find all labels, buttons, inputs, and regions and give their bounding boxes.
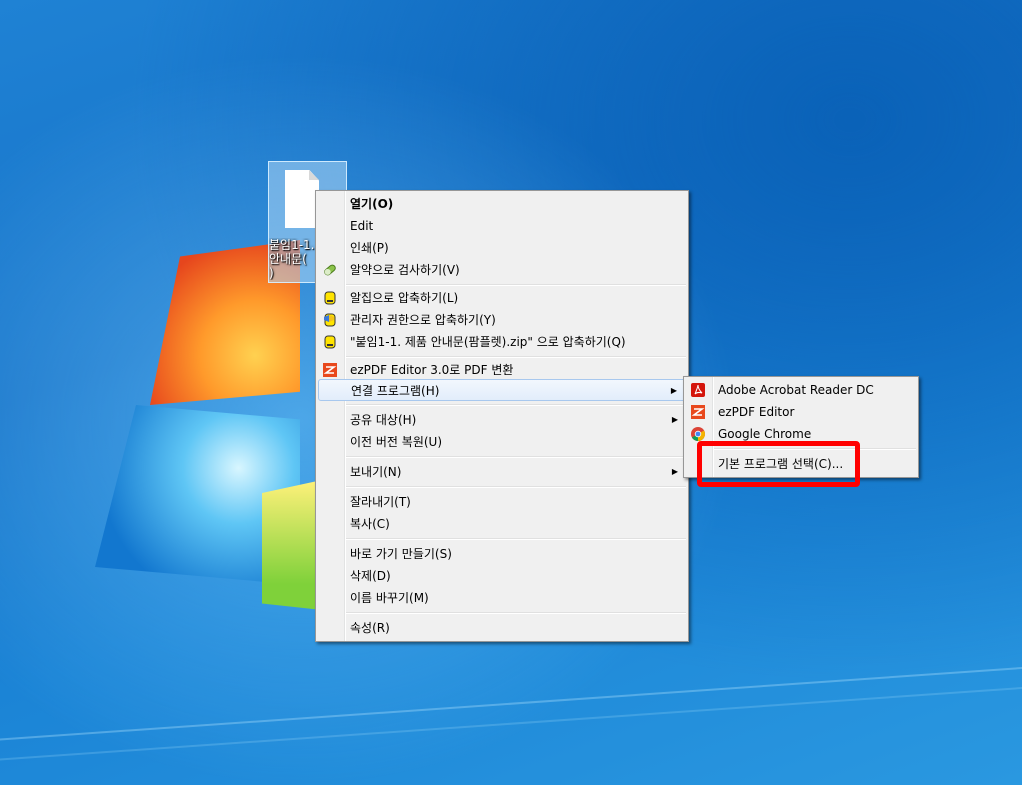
- menu-item-label: 이름 바꾸기(M): [350, 591, 429, 605]
- menu-item-edit[interactable]: Edit: [318, 215, 686, 237]
- menu-item-open-with[interactable]: 연결 프로그램(H) ▶: [318, 379, 686, 401]
- wallpaper-streak: [0, 678, 1022, 764]
- menu-item-alzip-compress[interactable]: 알집으로 압축하기(L): [318, 287, 686, 309]
- menu-separator: [346, 612, 686, 614]
- alzip-icon: [324, 335, 336, 349]
- menu-item-properties[interactable]: 속성(R): [318, 617, 686, 639]
- chrome-icon: [691, 427, 705, 441]
- menu-item-label: 보내기(N): [350, 465, 402, 479]
- menu-item-label: 잘라내기(T): [350, 495, 411, 509]
- wallpaper-streak: [0, 658, 1022, 744]
- menu-item-label: Edit: [350, 219, 374, 233]
- menu-item-rename[interactable]: 이름 바꾸기(M): [318, 587, 686, 609]
- acrobat-icon: [691, 383, 705, 397]
- menu-item-label: 공유 대상(H): [350, 413, 417, 427]
- menu-item-label: 연결 프로그램(H): [351, 384, 440, 398]
- menu-item-label: Adobe Acrobat Reader DC: [718, 383, 874, 397]
- menu-item-label: 관리자 권한으로 압축하기(Y): [350, 313, 496, 327]
- menu-item-label: 이전 버전 복원(U): [350, 435, 443, 449]
- menu-separator: [346, 404, 686, 406]
- menu-item-label: 인쇄(P): [350, 241, 389, 255]
- menu-separator: [346, 284, 686, 286]
- menu-item-label: 알약으로 검사하기(V): [350, 263, 460, 277]
- ezpdf-editor-icon: [691, 405, 705, 419]
- menu-item-label: 열기(O): [350, 197, 394, 211]
- submenu-arrow-icon: ▶: [670, 386, 677, 395]
- menu-item-restore-previous[interactable]: 이전 버전 복원(U): [318, 431, 686, 453]
- menu-item-print[interactable]: 인쇄(P): [318, 237, 686, 259]
- menu-item-label: "붙임1-1. 제품 안내문(팜플렛).zip" 으로 압축하기(Q): [350, 335, 626, 349]
- menu-item-label: 복사(C): [350, 517, 390, 531]
- alzip-admin-icon: [324, 313, 336, 327]
- menu-separator: [346, 356, 686, 358]
- context-menu: 열기(O) Edit 인쇄(P) 알약으로 검사하기(V) 알집으로 압축하기(…: [315, 190, 689, 642]
- menu-item-label: 속성(R): [350, 621, 390, 635]
- menu-item-send-to[interactable]: 보내기(N) ▶: [318, 461, 686, 483]
- menu-item-cut[interactable]: 잘라내기(T): [318, 491, 686, 513]
- menu-item-label: ezPDF Editor: [718, 405, 795, 419]
- menu-item-delete[interactable]: 삭제(D): [318, 565, 686, 587]
- submenu-item-acrobat[interactable]: Adobe Acrobat Reader DC: [686, 379, 916, 401]
- menu-item-alyac-scan[interactable]: 알약으로 검사하기(V): [318, 259, 686, 281]
- ezpdf-icon: [323, 363, 337, 377]
- menu-item-compress-zip[interactable]: "붙임1-1. 제품 안내문(팜플렛).zip" 으로 압축하기(Q): [318, 331, 686, 353]
- menu-separator: [346, 538, 686, 540]
- alyac-pill-icon: [324, 264, 336, 276]
- menu-item-share-with[interactable]: 공유 대상(H) ▶: [318, 409, 686, 431]
- windows-logo-yellow-pane: [262, 480, 322, 610]
- menu-item-open[interactable]: 열기(O): [318, 193, 686, 215]
- menu-item-create-shortcut[interactable]: 바로 가기 만들기(S): [318, 543, 686, 565]
- menu-item-label: 알집으로 압축하기(L): [350, 291, 459, 305]
- menu-item-ezpdf-convert[interactable]: ezPDF Editor 3.0로 PDF 변환: [318, 359, 686, 381]
- menu-item-copy[interactable]: 복사(C): [318, 513, 686, 535]
- submenu-arrow-icon: ▶: [671, 467, 678, 476]
- submenu-item-ezpdf-editor[interactable]: ezPDF Editor: [686, 401, 916, 423]
- menu-item-alzip-admin-compress[interactable]: 관리자 권한으로 압축하기(Y): [318, 309, 686, 331]
- menu-item-label: 바로 가기 만들기(S): [350, 547, 452, 561]
- menu-item-label: ezPDF Editor 3.0로 PDF 변환: [350, 363, 514, 377]
- document-fold-icon: [309, 170, 319, 180]
- alzip-icon: [324, 291, 336, 305]
- annotation-highlight-box: [697, 441, 860, 487]
- menu-separator: [346, 456, 686, 458]
- submenu-arrow-icon: ▶: [671, 415, 678, 424]
- menu-separator: [346, 486, 686, 488]
- menu-item-label: 삭제(D): [350, 569, 391, 583]
